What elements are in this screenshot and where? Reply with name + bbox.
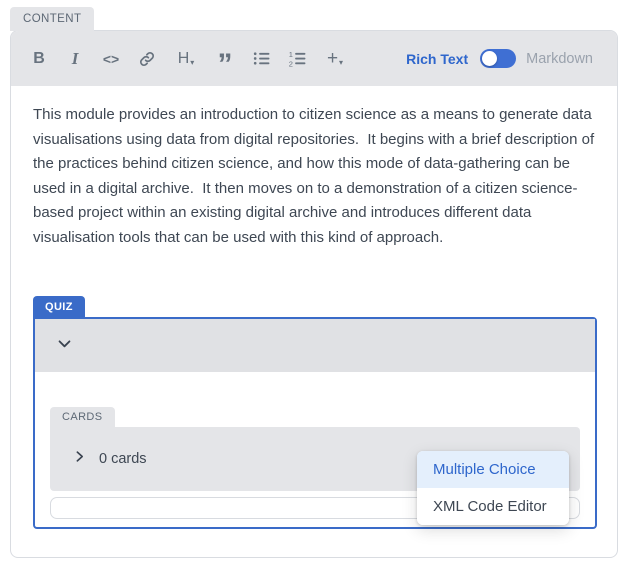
plus-icon: + (327, 48, 338, 70)
blockquote-icon: ” (218, 60, 233, 70)
formatting-toolbar: B I <> H ▾ ” (11, 31, 617, 86)
heading-icon: H (178, 50, 190, 68)
code-button[interactable]: <> (99, 47, 123, 71)
card-type-dropdown: Multiple Choice XML Code Editor (417, 451, 569, 525)
bold-icon: B (33, 50, 45, 68)
svg-text:1: 1 (288, 50, 292, 59)
chevron-down-icon: ▾ (339, 58, 343, 67)
heading-button[interactable]: H ▾ (171, 47, 201, 71)
bullet-list-icon (252, 49, 271, 68)
editor-mode-switcher: Rich Text Markdown (406, 49, 593, 68)
cards-count-label: 0 cards (99, 451, 147, 467)
markdown-label: Markdown (526, 51, 593, 67)
link-button[interactable] (135, 47, 159, 71)
bold-button[interactable]: B (27, 47, 51, 71)
tab-cards[interactable]: CARDS (50, 407, 115, 427)
link-icon (138, 50, 156, 68)
blockquote-button[interactable]: ” (213, 47, 237, 71)
editor-paragraph[interactable]: This module provides an introduction to … (33, 103, 598, 250)
chevron-right-icon[interactable] (73, 450, 86, 468)
quiz-section: QUIZ CARDS (33, 296, 597, 529)
ordered-list-button[interactable]: 1 2 (285, 47, 309, 71)
editor-wrapper: CONTENT B I <> H (10, 0, 618, 558)
quiz-collapse-header[interactable] (35, 319, 595, 372)
content-editor-card: B I <> H ▾ ” (10, 30, 618, 558)
italic-button[interactable]: I (63, 47, 87, 71)
rich-text-label: Rich Text (406, 51, 468, 67)
editor-body: This module provides an introduction to … (11, 86, 617, 529)
chevron-down-icon: ▾ (190, 58, 194, 67)
chevron-down-icon[interactable] (56, 335, 73, 357)
dropdown-item-multiple-choice[interactable]: Multiple Choice (417, 451, 569, 488)
toggle-knob (482, 51, 497, 66)
mode-toggle-switch[interactable] (480, 49, 516, 68)
dropdown-item-xml-code-editor[interactable]: XML Code Editor (417, 488, 569, 525)
tab-content[interactable]: CONTENT (10, 7, 94, 31)
add-element-button[interactable]: + ▾ (321, 47, 349, 71)
code-icon: <> (103, 51, 119, 67)
svg-text:2: 2 (288, 59, 292, 68)
bullet-list-button[interactable] (249, 47, 273, 71)
tab-quiz[interactable]: QUIZ (33, 296, 85, 317)
italic-icon: I (72, 49, 79, 69)
ordered-list-icon: 1 2 (288, 49, 307, 68)
